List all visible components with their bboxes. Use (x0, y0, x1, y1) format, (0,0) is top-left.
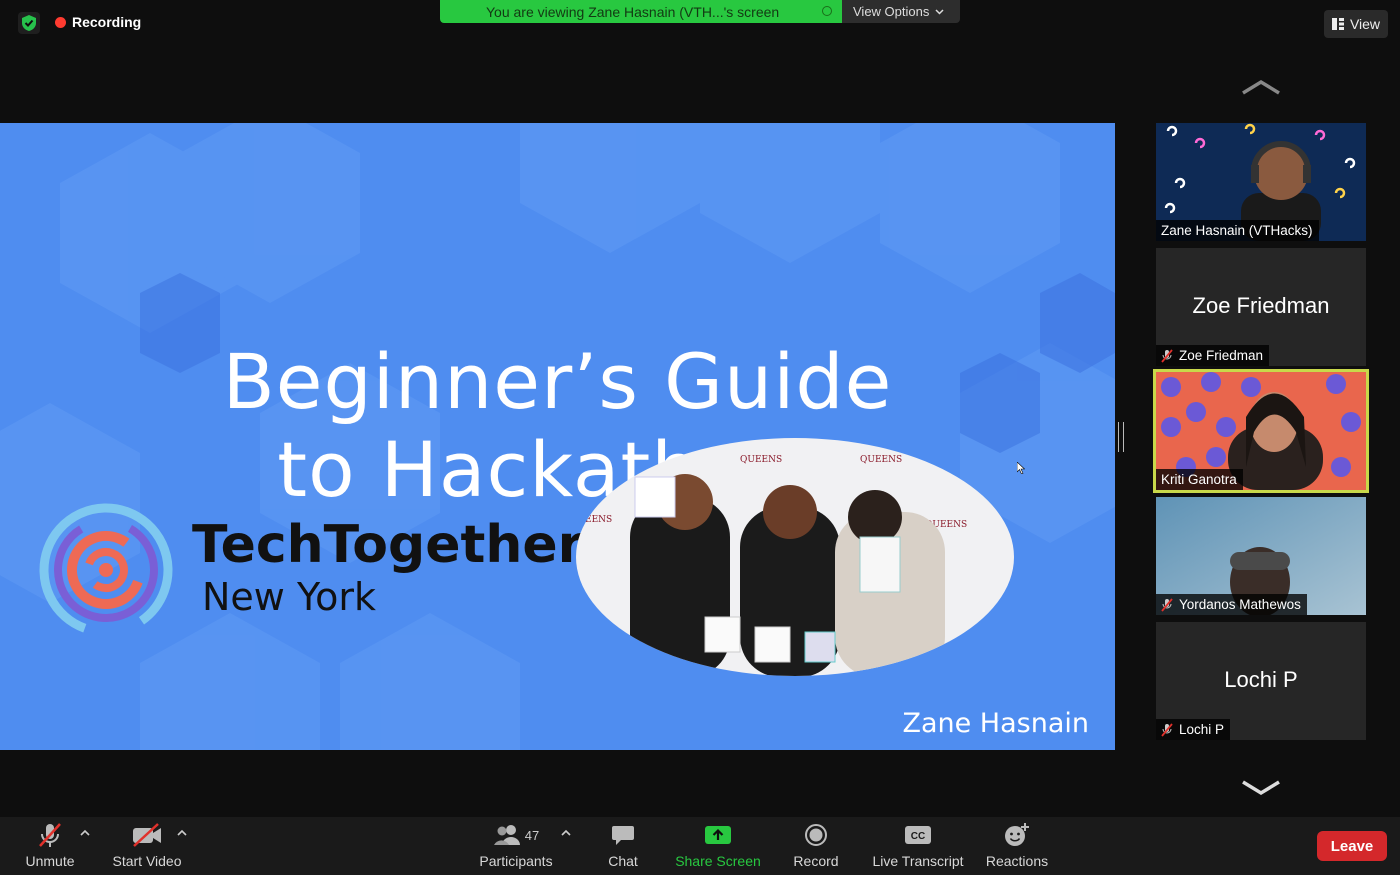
techtogether-logo (39, 503, 173, 637)
participants-options-caret-icon[interactable] (561, 829, 571, 837)
resize-handle[interactable] (1118, 422, 1124, 452)
reactions-button[interactable]: Reactions (984, 817, 1050, 875)
view-layout-button[interactable]: View (1324, 10, 1388, 38)
svg-text:QUEENS: QUEENS (860, 455, 902, 465)
slide-title-line1: Beginner’s Guide (222, 337, 893, 426)
security-shield-icon[interactable] (18, 12, 40, 34)
muted-mic-icon (1161, 348, 1173, 363)
viewing-banner-text: You are viewing Zane Hasnain (VTH...'s s… (486, 3, 780, 20)
start-video-button[interactable]: Start Video (110, 817, 184, 875)
unmute-label: Unmute (25, 853, 75, 869)
shared-screen: Beginner’s Guide to Hackathons TechToget… (0, 123, 1115, 750)
meeting-toolbar: Unmute Start Video 47 Participants Chat … (0, 817, 1400, 875)
presenter-name: Zane Hasnain (902, 708, 1089, 739)
participant-name: Yordanos Mathewos (1179, 597, 1301, 612)
gallery-scroll-down-icon[interactable] (1240, 777, 1282, 797)
muted-microphone-icon (39, 823, 61, 847)
start-video-label: Start Video (112, 853, 182, 869)
participant-name: Zane Hasnain (VTHacks) (1161, 223, 1313, 238)
participant-tile[interactable]: Zoe Friedman Zoe Friedman (1156, 248, 1366, 366)
participants-icon (493, 825, 520, 845)
brand-city: New York (202, 575, 377, 619)
svg-text:CC: CC (911, 831, 925, 842)
closed-caption-icon: CC (905, 826, 931, 844)
participant-name: Kriti Ganotra (1161, 472, 1237, 487)
live-transcript-button[interactable]: CC Live Transcript (870, 817, 966, 875)
share-screen-icon (705, 826, 731, 844)
participant-name: Zoe Friedman (1179, 348, 1264, 363)
participants-count: 47 (524, 827, 540, 843)
status-circle-icon (822, 6, 832, 16)
participant-tile[interactable]: Lochi P Lochi P (1156, 622, 1366, 740)
layout-icon (1331, 18, 1344, 30)
add-reaction-icon (1005, 823, 1029, 846)
live-transcript-label: Live Transcript (872, 853, 964, 869)
participant-name-label: Zane Hasnain (VTHacks) (1156, 220, 1319, 241)
recording-label: Recording (72, 14, 142, 30)
chat-icon (612, 826, 634, 845)
muted-mic-icon (1161, 722, 1173, 737)
participant-display-name: Lochi P (1224, 667, 1298, 692)
participants-label: Participants (479, 853, 553, 869)
unmute-button[interactable]: Unmute (20, 817, 80, 875)
participants-button[interactable]: 47 Participants (476, 817, 556, 875)
participant-name: Lochi P (1179, 722, 1225, 737)
participant-tile-active-speaker[interactable]: Kriti Ganotra (1153, 369, 1369, 493)
view-button-label: View (1349, 16, 1381, 32)
record-button[interactable]: Record (789, 817, 843, 875)
share-screen-button[interactable]: Share Screen (672, 817, 764, 875)
record-label: Record (793, 853, 839, 869)
video-off-icon (133, 823, 161, 847)
participant-name-label: Yordanos Mathewos (1156, 594, 1307, 615)
video-options-caret-icon[interactable] (177, 829, 187, 837)
view-options-button[interactable]: View Options (842, 0, 960, 23)
participant-tile[interactable]: Yordanos Mathewos (1156, 497, 1366, 615)
muted-mic-icon (1161, 597, 1173, 612)
chat-button[interactable]: Chat (598, 817, 648, 875)
record-icon (805, 824, 827, 846)
svg-text:EENS: EENS (585, 515, 612, 525)
participant-display-name: Zoe Friedman (1192, 293, 1330, 318)
chevron-down-icon (935, 8, 944, 15)
gallery-scroll-up-icon[interactable] (1240, 78, 1282, 98)
participant-name-label: Zoe Friedman (1156, 345, 1270, 366)
mouse-cursor-icon (1017, 462, 1025, 474)
share-screen-label: Share Screen (675, 853, 761, 869)
svg-text:QUEENS: QUEENS (740, 455, 782, 465)
audio-options-caret-icon[interactable] (80, 829, 90, 837)
view-options-label: View Options (853, 4, 930, 19)
chat-label: Chat (608, 853, 638, 869)
recording-indicator[interactable]: Recording (55, 14, 141, 30)
participant-tile[interactable]: Zane Hasnain (VTHacks) (1156, 123, 1366, 241)
participant-name-label: Lochi P (1156, 719, 1231, 740)
reactions-label: Reactions (985, 853, 1049, 869)
brand-name: TechTogether (192, 515, 584, 575)
viewing-screen-banner: You are viewing Zane Hasnain (VTH...'s s… (440, 0, 842, 23)
recording-dot-icon (55, 16, 66, 28)
participant-name-label: Kriti Ganotra (1156, 469, 1243, 490)
leave-button[interactable]: Leave (1317, 831, 1387, 861)
event-photo: QUEENS QUEENSQUEENSEENS (576, 438, 1014, 676)
